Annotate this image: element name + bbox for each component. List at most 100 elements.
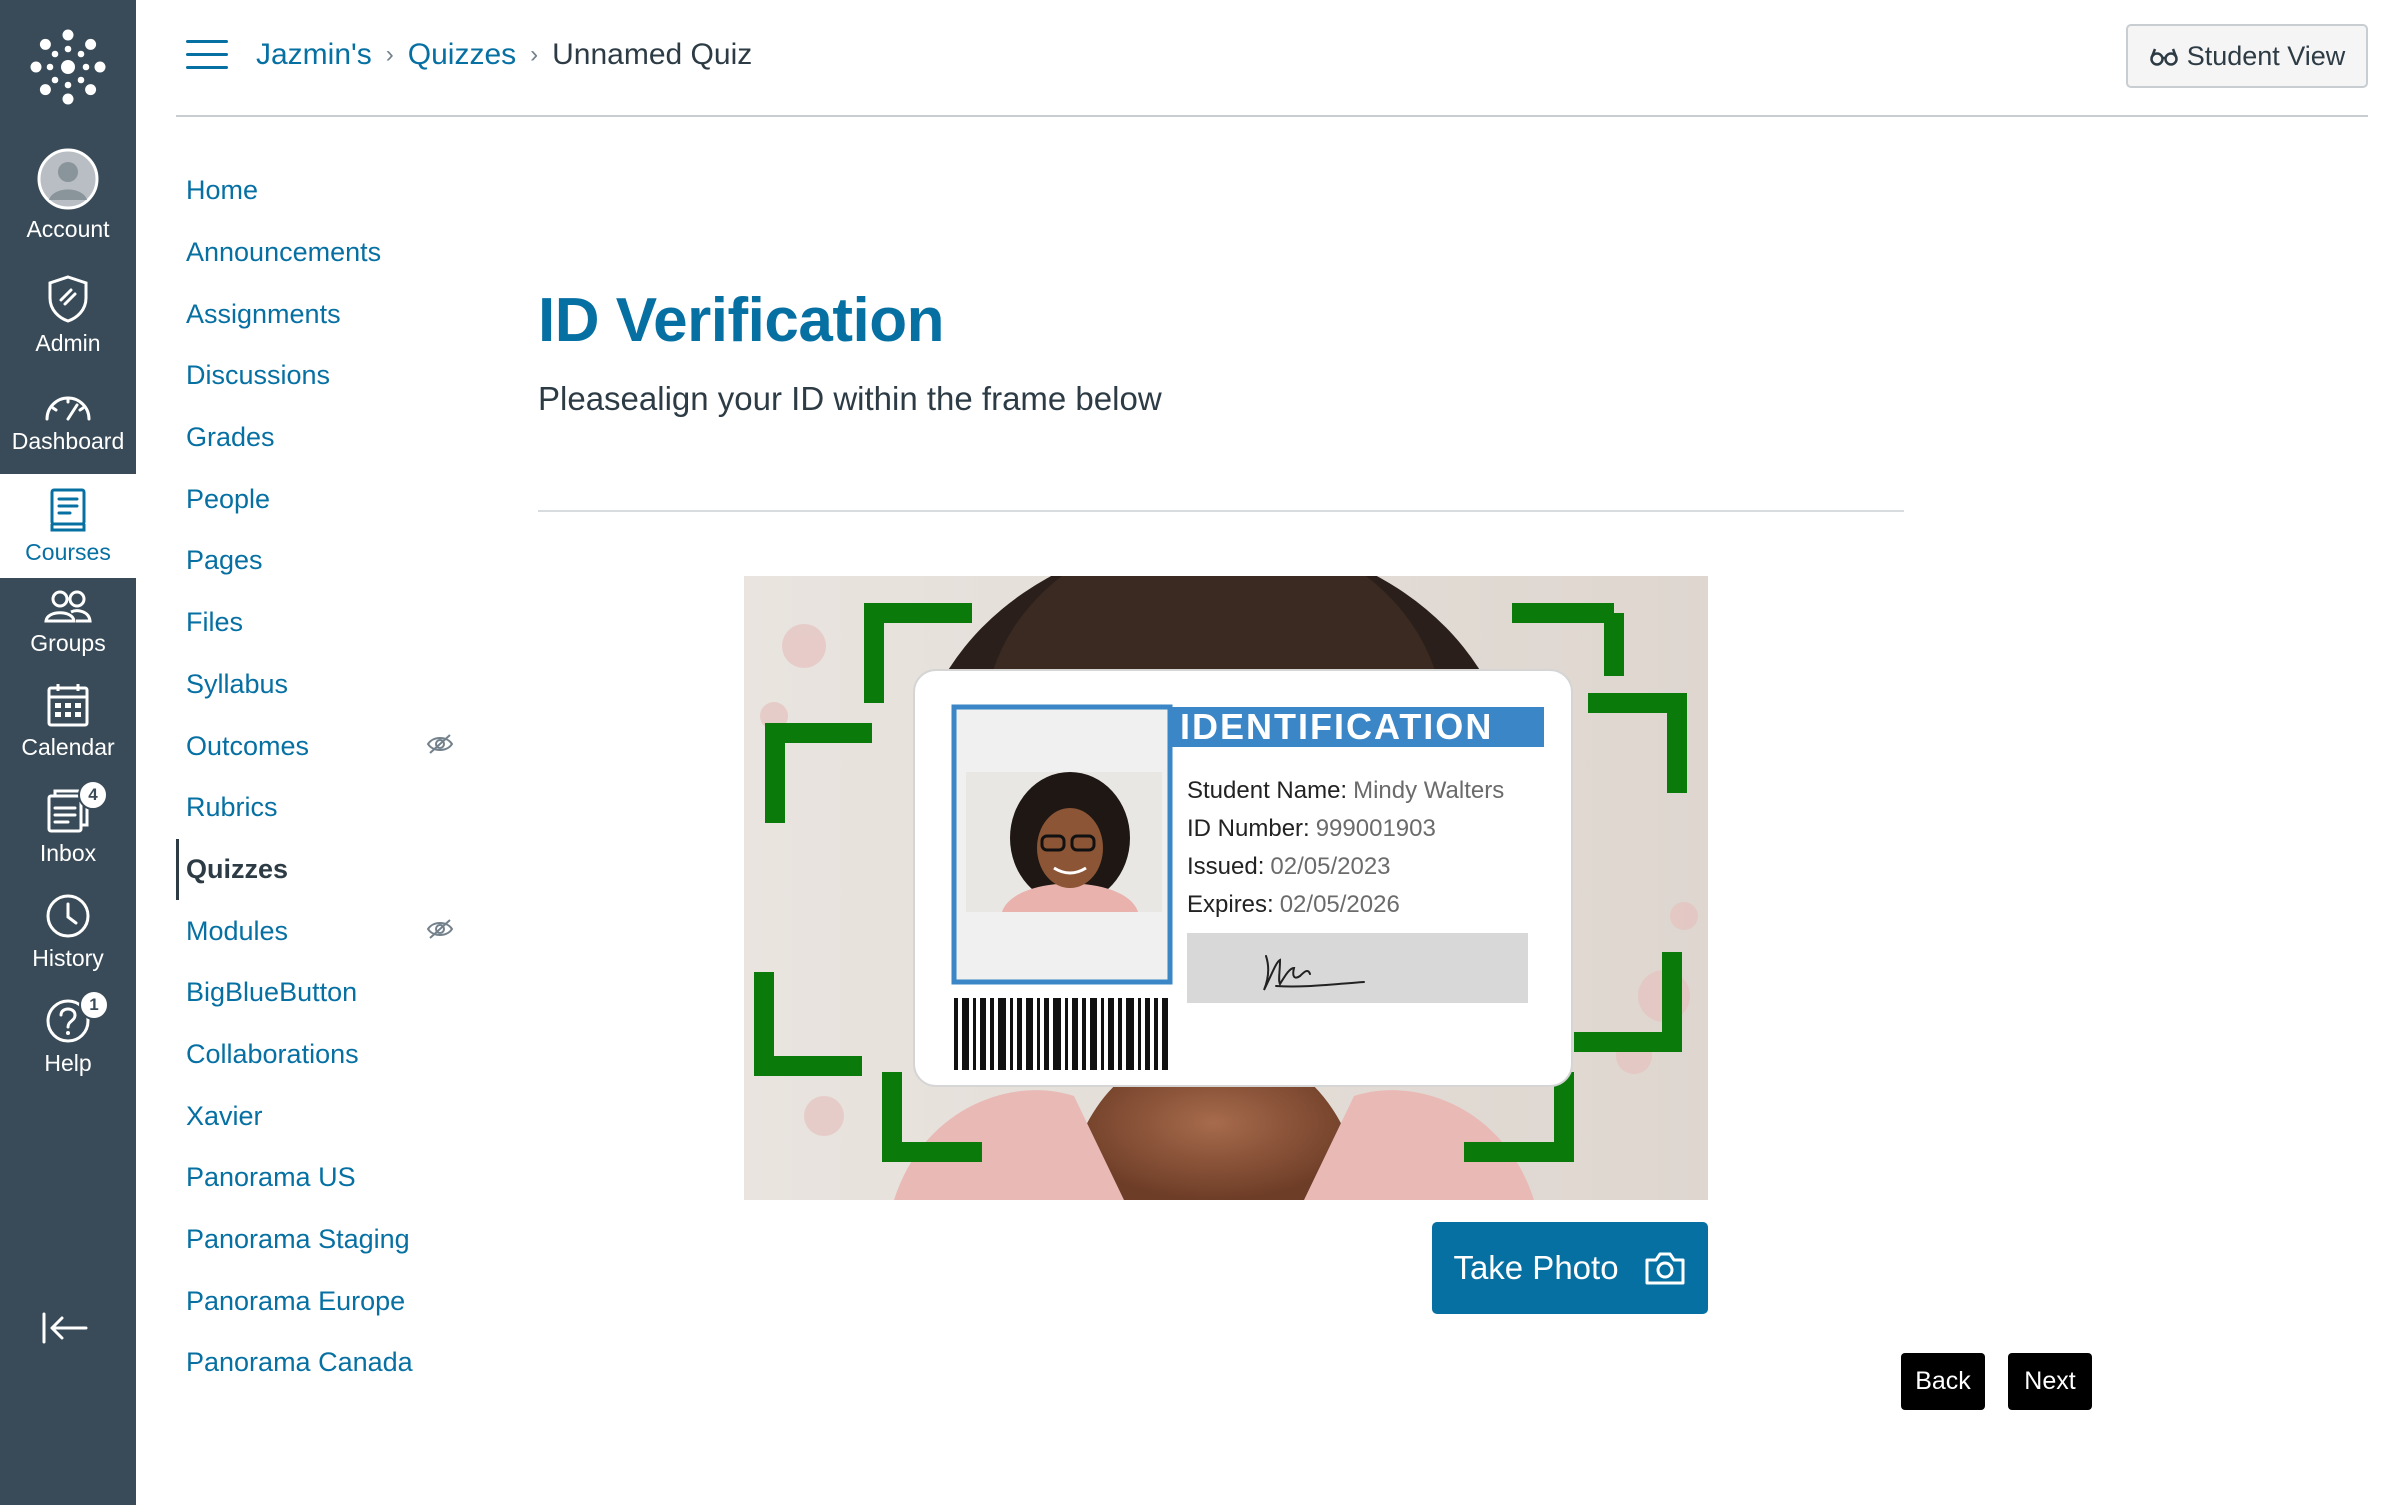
course-nav-grades[interactable]: Grades: [176, 407, 466, 469]
id-card-heading: IDENTIFICATION: [1180, 706, 1493, 747]
nav-label: Groups: [30, 630, 106, 656]
course-nav-label: Panorama Canada: [186, 1347, 413, 1378]
course-nav-label: Discussions: [186, 360, 331, 391]
glasses-icon: [2149, 48, 2178, 66]
nav-history[interactable]: History: [0, 893, 136, 972]
nav-label: Calendar: [21, 734, 115, 760]
take-photo-label: Take Photo: [1453, 1249, 1619, 1286]
nav-calendar[interactable]: Calendar: [0, 682, 136, 761]
course-nav: Home Announcements Assignments Discussio…: [176, 160, 466, 1394]
nav-account[interactable]: Account: [0, 148, 136, 243]
course-nav-rubrics[interactable]: Rubrics: [176, 777, 466, 839]
student-view-label: Student View: [2186, 40, 2346, 71]
help-badge: 1: [79, 990, 109, 1020]
groups-icon: [43, 588, 93, 624]
course-nav-people[interactable]: People: [176, 468, 466, 530]
course-nav-label: Xavier: [186, 1100, 263, 1131]
help-icon: 1: [45, 990, 109, 1044]
back-button[interactable]: Back: [1901, 1353, 1985, 1410]
course-nav-panorama-staging[interactable]: Panorama Staging: [176, 1209, 466, 1271]
breadcrumb-current: Unnamed Quiz: [552, 38, 753, 71]
chevron-right-icon: ›: [385, 41, 394, 68]
course-nav-xavier[interactable]: Xavier: [176, 1085, 466, 1147]
student-view-button[interactable]: Student View: [2126, 24, 2368, 88]
nav-label: History: [32, 945, 104, 971]
course-nav-label: Modules: [186, 915, 289, 946]
course-nav-syllabus[interactable]: Syllabus: [176, 654, 466, 716]
nav-dashboard[interactable]: Dashboard: [0, 388, 136, 455]
course-nav-discussions[interactable]: Discussions: [176, 345, 466, 407]
id-field-value: 02/05/2026: [1280, 891, 1400, 918]
divider: [538, 510, 1904, 512]
course-nav-label: Announcements: [186, 237, 382, 268]
nav-admin[interactable]: Admin: [0, 274, 136, 357]
take-photo-button[interactable]: Take Photo: [1432, 1222, 1708, 1314]
course-nav-announcements[interactable]: Announcements: [176, 222, 466, 284]
camera-preview: IDENTIFICATION Student Name: Mindy Walter…: [744, 576, 1708, 1200]
camera-icon: [1645, 1252, 1685, 1285]
course-nav-pages[interactable]: Pages: [176, 530, 466, 592]
svg-text:Expires:02/05/2026: Expires: 02/05/2026: [1187, 891, 1400, 918]
page-title: ID Verification: [538, 286, 944, 355]
course-nav-label: Pages: [186, 545, 263, 576]
inbox-badge: 4: [78, 780, 108, 810]
course-nav-collaborations[interactable]: Collaborations: [176, 1024, 466, 1086]
id-field-value: 999001903: [1316, 815, 1436, 842]
course-nav-label: Panorama Staging: [186, 1224, 410, 1255]
clock-icon: [45, 893, 91, 939]
book-icon: [48, 487, 88, 533]
speedometer-icon: [43, 388, 93, 422]
eye-slash-icon: [426, 734, 454, 754]
course-nav-label: Outcomes: [186, 730, 310, 761]
course-nav-quizzes[interactable]: Quizzes: [176, 838, 466, 901]
eye-slash-icon: [426, 919, 454, 939]
svg-text:Student Name:Mindy Walters: Student Name: Mindy Walters: [1187, 777, 1504, 804]
nav-courses[interactable]: Courses: [0, 474, 136, 578]
page-header: Jazmin's › Quizzes › Unnamed Quiz Studen…: [176, 0, 2368, 117]
nav-label: Help: [44, 1050, 92, 1076]
course-nav-modules[interactable]: Modules: [176, 900, 466, 962]
nav-help[interactable]: 1 Help: [0, 990, 136, 1077]
course-nav-assignments[interactable]: Assignments: [176, 283, 466, 345]
course-nav-outcomes[interactable]: Outcomes: [176, 715, 466, 777]
inbox-icon: 4: [46, 780, 108, 834]
course-nav-label: Home: [186, 175, 259, 206]
breadcrumb-course[interactable]: Jazmin's: [256, 38, 372, 72]
course-nav-panorama-europe[interactable]: Panorama Europe: [176, 1270, 466, 1332]
breadcrumb-quizzes[interactable]: Quizzes: [408, 38, 516, 72]
id-field-label: Student Name:: [1187, 777, 1347, 804]
avatar-icon: [37, 148, 99, 210]
hamburger-menu-icon[interactable]: [186, 40, 228, 72]
course-nav-label: Rubrics: [186, 792, 278, 823]
id-field-label: Issued:: [1187, 853, 1264, 880]
course-nav-home[interactable]: Home: [176, 160, 466, 222]
id-field-value: 02/05/2023: [1270, 853, 1390, 880]
canvas-logo-icon[interactable]: [0, 0, 136, 134]
course-nav-bigbluebutton[interactable]: BigBlueButton: [176, 962, 466, 1024]
calendar-icon: [46, 682, 90, 728]
global-nav: Account Admin Dashboard Courses Groups C…: [0, 0, 136, 1505]
collapse-nav-icon[interactable]: [40, 1310, 90, 1351]
id-field-label: ID Number:: [1187, 815, 1310, 842]
course-nav-label: Quizzes: [186, 853, 289, 884]
course-nav-files[interactable]: Files: [176, 592, 466, 654]
course-nav-label: Panorama Europe: [186, 1285, 406, 1316]
id-field-value: Mindy Walters: [1353, 777, 1504, 804]
nav-label: Dashboard: [11, 428, 125, 454]
course-nav-label: People: [186, 483, 271, 514]
course-nav-label: Syllabus: [186, 668, 289, 699]
course-nav-panorama-canada[interactable]: Panorama Canada: [176, 1332, 466, 1394]
course-nav-label: Files: [186, 607, 244, 638]
shield-icon: [45, 274, 91, 324]
course-nav-label: Panorama US: [186, 1162, 356, 1193]
nav-groups[interactable]: Groups: [0, 588, 136, 657]
nav-inbox[interactable]: 4 Inbox: [0, 780, 136, 867]
course-nav-label: Assignments: [186, 298, 341, 329]
page-subtitle: Pleasealign your ID within the frame bel…: [538, 380, 1162, 417]
course-nav-label: Grades: [186, 422, 275, 453]
svg-text:Issued:02/05/2023: Issued: 02/05/2023: [1187, 853, 1391, 880]
chevron-right-icon: ›: [530, 41, 539, 68]
course-nav-label: Collaborations: [186, 1038, 359, 1069]
course-nav-panorama-us[interactable]: Panorama US: [176, 1147, 466, 1209]
next-button[interactable]: Next: [2008, 1353, 2092, 1410]
